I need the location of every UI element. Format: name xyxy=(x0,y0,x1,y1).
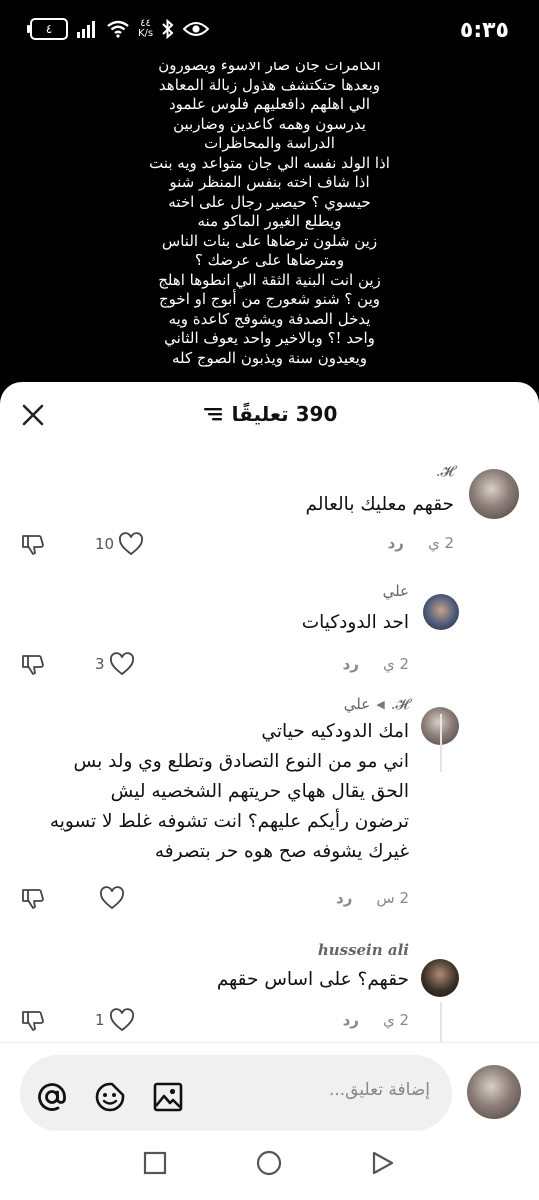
reply-button[interactable]: رد xyxy=(343,655,359,673)
like-button[interactable]: 1 xyxy=(95,1008,135,1032)
like-button[interactable] xyxy=(95,886,125,910)
story-line: اذا شاف اخته بنفس المنظر شنو xyxy=(169,173,370,191)
story-line: يدرسون وهمه كاعدين وضاربين xyxy=(173,114,366,133)
back-icon[interactable] xyxy=(371,1151,395,1175)
reply-button[interactable]: رد xyxy=(388,534,404,552)
home-icon[interactable] xyxy=(256,1150,282,1176)
comment-text: امك الدودكيه حياتي اني مو من النوع التصا… xyxy=(49,721,409,862)
battery-level: ٤ xyxy=(45,22,53,36)
like-count: 3 xyxy=(95,655,105,673)
comment-item: 𝓗. ◀ علي امك الدودكيه حياتي اني مو من ال… xyxy=(0,687,539,939)
like-button[interactable]: 10 xyxy=(95,532,144,556)
comment-item: 𝓗. حقهم معليك بالعالم 2 ي رد 10 xyxy=(0,454,539,572)
story-line: زين شلون ترضاها على بنات الناس xyxy=(161,231,378,250)
story-text: الكامرات جان صار الاسوء ويصورون وبعدها ح… xyxy=(0,62,539,368)
comment-item: علي احد الدودكيات 2 ي رد 3 xyxy=(0,572,539,687)
like-count: 1 xyxy=(95,1011,105,1029)
system-nav-bar xyxy=(0,1135,539,1200)
comment-meta: 2 ي رد xyxy=(343,655,409,673)
comment-author[interactable]: علي xyxy=(383,582,409,600)
author-name[interactable]: 𝓗. xyxy=(391,695,409,713)
bluetooth-icon xyxy=(162,19,174,39)
thread-line xyxy=(440,1002,442,1042)
comments-sheet: 390 تعليقًا 𝓗. حقهم معليك بالعالم 2 ي رد… xyxy=(0,382,539,1200)
avatar[interactable] xyxy=(469,469,519,519)
battery-icon: ٤ xyxy=(27,18,68,40)
heart-icon xyxy=(100,886,124,910)
comment-author: 𝓗. ◀ علي xyxy=(344,695,409,713)
eye-icon xyxy=(183,22,210,36)
reply-to-name[interactable]: علي xyxy=(344,695,370,713)
comment-author[interactable]: hussein ali xyxy=(318,941,409,959)
comment-text: حقهم؟ على اساس حقهم xyxy=(216,969,409,990)
comment-input-placeholder: إضافة تعليق... xyxy=(328,1080,430,1100)
dislike-icon[interactable] xyxy=(20,886,46,912)
recents-icon[interactable] xyxy=(143,1151,167,1175)
dislike-icon[interactable] xyxy=(20,1008,46,1034)
story-line: زين انت البنية الثقة الي انطوها اهلج xyxy=(158,270,381,289)
comment-input[interactable]: إضافة تعليق... xyxy=(20,1055,452,1131)
my-avatar[interactable] xyxy=(467,1065,521,1119)
story-line: ويعيدون سنة ويذبون الصوج كله xyxy=(171,348,368,367)
heart-icon xyxy=(109,652,134,676)
story-line: ويطلع الغيور الماكو منه xyxy=(197,212,342,230)
like-count: 10 xyxy=(95,535,115,553)
comment-meta: 2 ي رد xyxy=(343,1011,409,1029)
reply-button[interactable]: رد xyxy=(343,1011,359,1029)
heart-icon xyxy=(109,1008,134,1032)
heart-icon xyxy=(119,532,144,556)
signal-icon xyxy=(77,21,95,38)
comment-meta: 2 س رد xyxy=(336,889,409,907)
sort-icon[interactable] xyxy=(202,405,224,423)
sticker-icon[interactable] xyxy=(94,1081,126,1113)
comment-author[interactable]: 𝓗. xyxy=(436,462,454,480)
comment-text: حقهم معليك بالعالم xyxy=(305,494,454,515)
dislike-icon[interactable] xyxy=(20,532,46,558)
reply-arrow-icon: ◀ xyxy=(376,697,385,711)
comment-time: 2 ي xyxy=(427,534,454,552)
sheet-header: 390 تعليقًا xyxy=(0,382,539,454)
story-line: الدراسة والمحاظرات xyxy=(204,134,335,152)
story-line: الي اهلهم دافعليهم فلوس علمود xyxy=(168,95,371,113)
net-speed: ٤٤ K/s xyxy=(138,18,154,39)
story-line: حيسوي ؟ حيصير رجال على اخته xyxy=(168,192,371,211)
story-line: الكامرات جان صار الاسوء ويصورون xyxy=(158,62,381,74)
mention-icon[interactable] xyxy=(36,1081,68,1113)
avatar[interactable] xyxy=(423,594,459,630)
story-background: الكامرات جان صار الاسوء ويصورون وبعدها ح… xyxy=(0,62,539,382)
story-line: يدخل الصدفة ويشوفج كاعدة ويه xyxy=(168,309,371,328)
wifi-icon xyxy=(107,20,129,38)
clock: ٥:٣٥ xyxy=(459,18,509,43)
sheet-title-text: 390 تعليقًا xyxy=(231,402,338,426)
story-line: ومترضاها على عرضك ؟ xyxy=(194,251,345,269)
story-line: وبعدها حتكتشف هذول زبالة المعاهد xyxy=(158,75,381,94)
comment-list: 𝓗. حقهم معليك بالعالم 2 ي رد 10 علي احد … xyxy=(0,454,539,1042)
reply-button[interactable]: رد xyxy=(336,889,352,907)
comment-meta: 2 ي رد xyxy=(388,534,454,552)
comment-text: احد الدودكيات xyxy=(301,612,409,633)
status-icons: ٤ ٤٤ K/s xyxy=(27,18,210,40)
status-bar: ٥:٣٥ ٤ ٤٤ K/s xyxy=(0,0,539,62)
comment-time: 2 س xyxy=(376,889,409,907)
comment-time: 2 ي xyxy=(382,1011,409,1029)
comments-count-title: 390 تعليقًا xyxy=(0,402,539,426)
comment-composer: إضافة تعليق... xyxy=(0,1042,539,1200)
story-line: اذا الولد نفسه الي جان متواعد ويه بنت xyxy=(149,153,390,172)
image-icon[interactable] xyxy=(152,1081,184,1113)
story-line: وين ؟ شنو شعورج من أبوج او اخوج xyxy=(158,290,380,308)
story-line: واحد !؟ وبالاخير واحد يعوف الثاني xyxy=(164,329,375,347)
avatar[interactable] xyxy=(421,959,459,997)
dislike-icon[interactable] xyxy=(20,652,46,678)
comment-time: 2 ي xyxy=(382,655,409,673)
thread-line xyxy=(440,714,442,772)
like-button[interactable]: 3 xyxy=(95,652,135,676)
comment-item: hussein ali حقهم؟ على اساس حقهم 2 ي رد 1 xyxy=(0,939,539,1042)
